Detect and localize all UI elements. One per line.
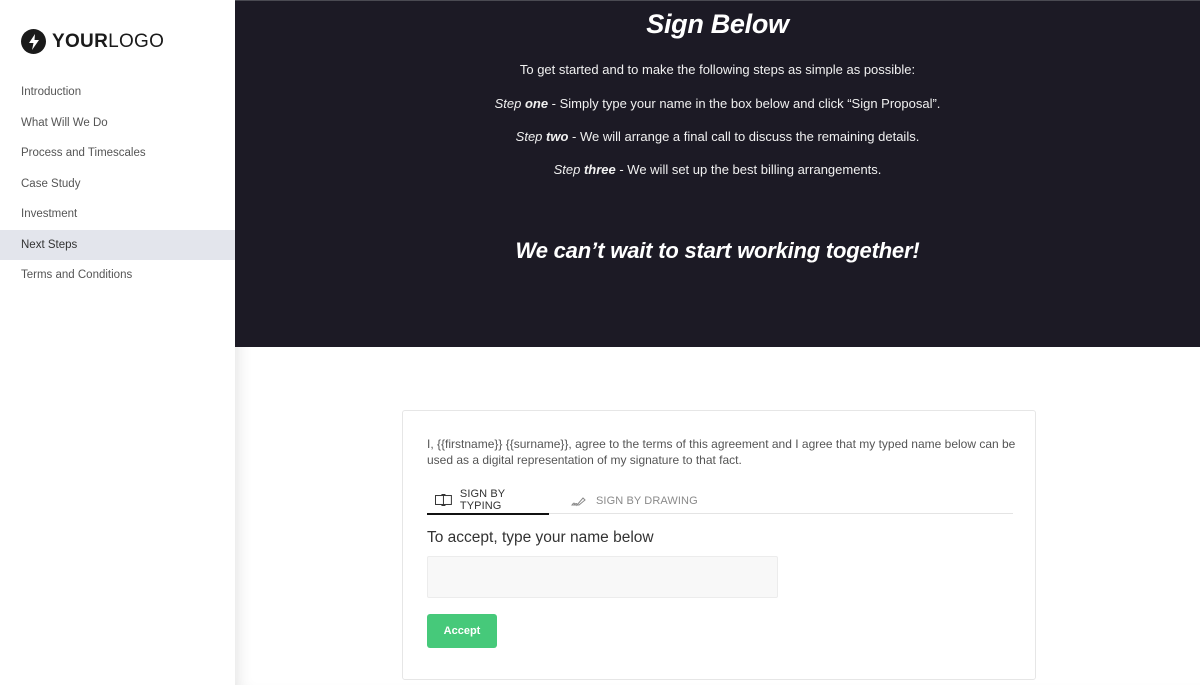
sidebar-item-introduction[interactable]: Introduction xyxy=(0,77,235,108)
text-cursor-icon xyxy=(435,494,452,506)
main-content: Sign Below To get started and to make th… xyxy=(235,0,1200,685)
lightning-bolt-icon xyxy=(21,29,46,54)
tab-sign-by-typing[interactable]: SIGN BY TYPING xyxy=(427,487,549,515)
sidebar-item-process-and-timescales[interactable]: Process and Timescales xyxy=(0,138,235,169)
sidebar-item-case-study[interactable]: Case Study xyxy=(0,169,235,200)
sidebar-item-next-steps[interactable]: Next Steps xyxy=(0,229,235,260)
logo[interactable]: YOURLOGO xyxy=(21,29,164,54)
sidebar-item-terms-and-conditions[interactable]: Terms and Conditions xyxy=(0,260,235,291)
sidebar: YOURLOGO Introduction What Will We Do Pr… xyxy=(0,0,235,685)
step-one: Step one - Simply type your name in the … xyxy=(494,96,941,111)
hero-title: Sign Below xyxy=(646,9,789,39)
hero-intro: To get started and to make the following… xyxy=(519,62,916,77)
hero-section: Sign Below To get started and to make th… xyxy=(235,0,1200,347)
step-three: Step three - We will set up the best bil… xyxy=(553,162,882,177)
signature-card: I, {{firstname}} {{surname}}, agree to t… xyxy=(402,410,1036,680)
sidebar-nav: Introduction What Will We Do Process and… xyxy=(0,77,235,291)
signature-tabs: SIGN BY TYPING SIGN BY DRAWING xyxy=(427,487,1013,515)
logo-text: YOURLOGO xyxy=(52,30,165,52)
accept-button[interactable]: Accept xyxy=(427,614,497,648)
sidebar-item-investment[interactable]: Investment xyxy=(0,199,235,230)
agreement-text: I, {{firstname}} {{surname}}, agree to t… xyxy=(427,437,1016,467)
pen-signature-icon xyxy=(571,496,586,506)
tab-label: SIGN BY DRAWING xyxy=(596,494,698,507)
tab-label: SIGN BY TYPING xyxy=(459,488,506,512)
sidebar-item-what-will-we-do[interactable]: What Will We Do xyxy=(0,108,235,139)
closing-heading: We can’t wait to start working together! xyxy=(515,238,920,263)
accept-instruction: To accept, type your name below xyxy=(427,529,654,546)
tab-sign-by-drawing[interactable]: SIGN BY DRAWING xyxy=(571,487,698,514)
name-input[interactable] xyxy=(427,556,778,598)
step-two: Step two - We will arrange a final call … xyxy=(515,129,920,144)
